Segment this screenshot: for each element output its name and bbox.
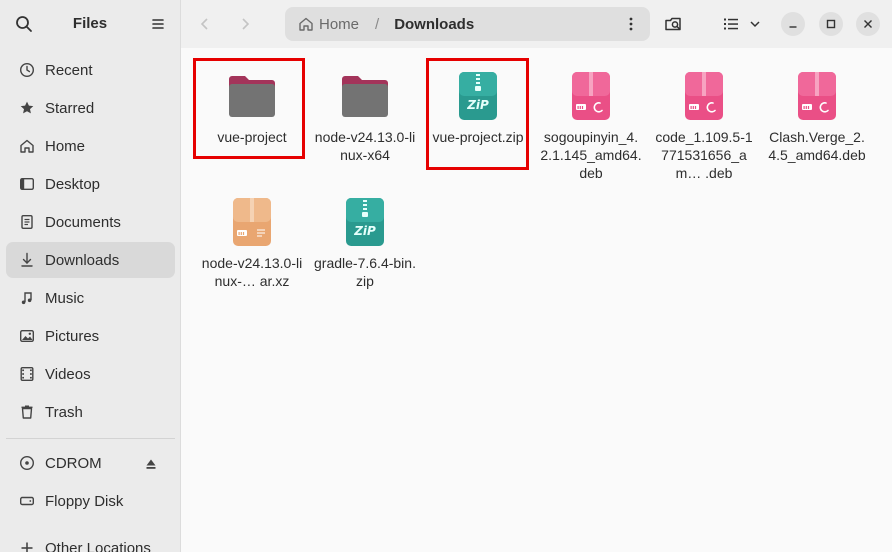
file-name: gradle-7.6.4-bin.zip: [314, 255, 416, 289]
sidebar-item-label: Starred: [45, 99, 95, 117]
deb-package-icon: [678, 70, 730, 122]
deb-package-icon: [791, 70, 843, 122]
file-item-node-folder[interactable]: node-v24.13.0-linux-x64: [314, 70, 416, 164]
file-name: node-v24.13.0-linux-x64: [314, 129, 416, 163]
folder-icon: [226, 70, 278, 122]
sidebar-item-label: Downloads: [45, 251, 120, 269]
sidebar-item-label: Music: [45, 289, 85, 307]
sidebar-item-music[interactable]: Music: [6, 280, 175, 316]
file-item-sogoupinyin-deb[interactable]: sogoupinyin_4.2.1.145_amd64.deb: [540, 70, 642, 182]
clock-icon: [17, 60, 37, 80]
forward-button[interactable]: [231, 10, 259, 38]
sidebar-item-label: Recent: [45, 61, 93, 79]
svg-text:ZiP: ZiP: [353, 224, 376, 238]
more-options-icon[interactable]: [622, 15, 640, 33]
maximize-button[interactable]: [819, 12, 843, 36]
sidebar-item-label: Desktop: [45, 175, 101, 193]
file-grid: vue-project node-v24.13.0-linux-x64 ZiP …: [181, 48, 892, 552]
view-list-button[interactable]: [717, 10, 745, 38]
file-name: node-v24.13.0-linux-… ar.xz: [201, 255, 303, 289]
sidebar-item-home[interactable]: Home: [6, 128, 175, 164]
sidebar-separator: [6, 438, 175, 439]
sidebar-item-recent[interactable]: Recent: [6, 52, 175, 88]
file-name: sogoupinyin_4.2.1.145_amd64.deb: [540, 129, 642, 181]
chevron-down-icon[interactable]: [745, 10, 765, 38]
folder-icon: [339, 70, 391, 122]
file-item-vue-project[interactable]: vue-project: [201, 70, 303, 146]
breadcrumb-home[interactable]: Home: [298, 16, 359, 33]
minimize-button[interactable]: [781, 12, 805, 36]
trash-icon: [17, 402, 37, 422]
sidebar-item-documents[interactable]: Documents: [6, 204, 175, 240]
desktop-icon: [17, 174, 37, 194]
sidebar-item-videos[interactable]: Videos: [6, 356, 175, 392]
disc-icon: [17, 453, 37, 473]
sidebar-item-label: Trash: [45, 403, 83, 421]
sidebar: Files Recent Starred Home Desktop Docume…: [0, 0, 181, 552]
breadcrumb-current[interactable]: Downloads: [394, 16, 474, 33]
file-name: Clash.Verge_2.4.5_amd64.deb: [768, 129, 866, 163]
sidebar-item-downloads[interactable]: Downloads: [6, 242, 175, 278]
zip-archive-icon: ZiP: [452, 70, 504, 122]
file-item-code-deb[interactable]: code_1.109.5-1771531656_am… .deb: [653, 70, 755, 182]
header-bar: Home / Downloads: [181, 0, 892, 48]
sidebar-item-label: Pictures: [45, 327, 100, 345]
close-button[interactable]: [856, 12, 880, 36]
path-bar: Home / Downloads: [285, 7, 650, 41]
file-item-node-tar-xz[interactable]: node-v24.13.0-linux-… ar.xz: [201, 196, 303, 290]
picture-icon: [17, 326, 37, 346]
sidebar-item-label: Documents: [45, 213, 121, 231]
sidebar-item-label: Floppy Disk: [45, 492, 124, 510]
document-icon: [17, 212, 37, 232]
sidebar-item-pictures[interactable]: Pictures: [6, 318, 175, 354]
back-button[interactable]: [191, 10, 219, 38]
archive-icon: [226, 196, 278, 248]
video-icon: [17, 364, 37, 384]
download-icon: [17, 250, 37, 270]
star-icon: [17, 98, 37, 118]
home-icon: [298, 16, 314, 32]
sidebar-item-label: Videos: [45, 365, 91, 383]
home-icon: [17, 136, 37, 156]
sidebar-item-trash[interactable]: Trash: [6, 394, 175, 430]
sidebar-header: Files: [0, 0, 180, 48]
deb-package-icon: [565, 70, 617, 122]
search-folder-button[interactable]: [659, 10, 687, 38]
drive-icon: [17, 491, 37, 511]
sidebar-item-label: Other Locations: [45, 539, 151, 552]
sidebar-item-desktop[interactable]: Desktop: [6, 166, 175, 202]
file-item-clash-verge-deb[interactable]: Clash.Verge_2.4.5_amd64.deb: [766, 70, 868, 164]
file-item-vue-project-zip[interactable]: ZiP vue-project.zip: [427, 70, 529, 146]
sidebar-item-label: Home: [45, 137, 86, 155]
sidebar-item-cdrom[interactable]: CDROM: [6, 445, 175, 481]
breadcrumb-home-label: Home: [319, 15, 360, 33]
hamburger-menu-icon[interactable]: [147, 12, 169, 36]
file-name: vue-project: [217, 129, 287, 145]
file-name: vue-project.zip: [432, 129, 524, 145]
sidebar-item-label: CDROM: [45, 454, 102, 472]
sidebar-item-floppy-disk[interactable]: Floppy Disk: [6, 483, 175, 519]
file-name: code_1.109.5-1771531656_am… .deb: [655, 129, 753, 181]
file-item-gradle-zip[interactable]: ZiP gradle-7.6.4-bin.zip: [314, 196, 416, 290]
sidebar-item-other-locations[interactable]: Other Locations: [6, 530, 175, 552]
music-icon: [17, 288, 37, 308]
eject-icon[interactable]: [145, 457, 157, 469]
breadcrumb-separator: /: [375, 15, 380, 33]
sidebar-item-starred[interactable]: Starred: [6, 90, 175, 126]
zip-archive-icon: ZiP: [339, 196, 391, 248]
svg-text:ZiP: ZiP: [466, 98, 489, 112]
plus-icon: [17, 538, 37, 552]
